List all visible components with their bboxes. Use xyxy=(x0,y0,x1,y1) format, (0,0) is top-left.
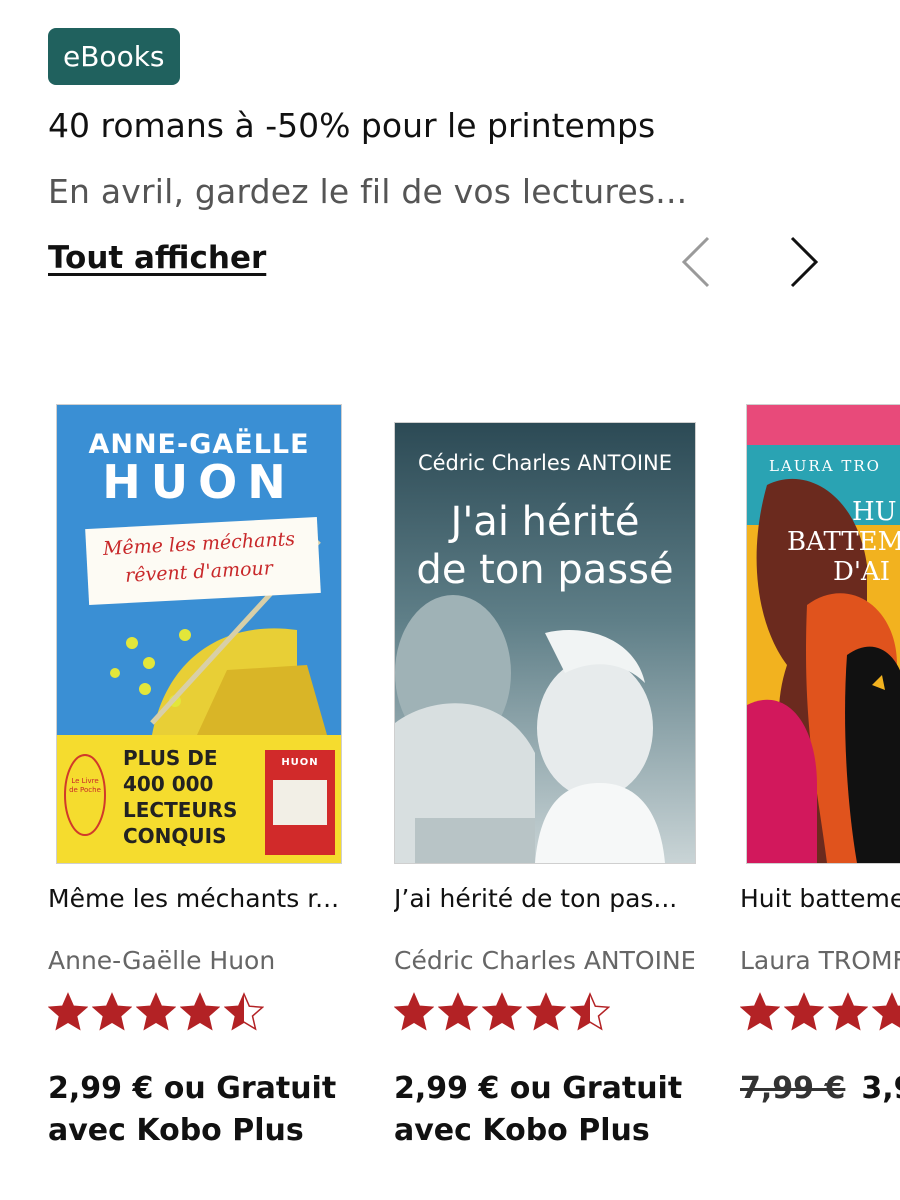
original-price: 7,99 € xyxy=(740,1071,846,1106)
rating-stars xyxy=(740,992,900,1036)
publisher-logo: Le Livre de Poche xyxy=(69,777,101,794)
book-price: 2,99 € ou Gratuit avec Kobo Plus xyxy=(394,1071,683,1148)
star-icon xyxy=(570,992,610,1031)
book-author[interactable]: Anne-Gaëlle Huon xyxy=(48,946,348,975)
cover-title-line2: de ton passé xyxy=(416,547,674,593)
cover-blurb-line: 400 000 xyxy=(123,772,214,796)
cover-title-line1: HU xyxy=(852,497,897,527)
star-icon xyxy=(180,992,220,1031)
cover-blurb: PLUS DE 400 000 LECTEURS CONQUIS xyxy=(123,745,237,849)
cover-author-last: HUON xyxy=(102,455,296,509)
cover-blurb-line: PLUS DE xyxy=(123,746,218,770)
star-icon xyxy=(92,992,132,1031)
cover-author: LAURA TRO xyxy=(769,457,881,475)
cover-title-line1: J'ai hérité xyxy=(450,499,640,545)
book-price: 7,99 € 3,9 xyxy=(740,1068,900,1110)
cover-author: Cédric Charles ANTOINE xyxy=(417,451,673,475)
book-cover[interactable]: LAURA TRO HU BATTEM D'AI xyxy=(746,404,900,864)
star-icon xyxy=(526,992,566,1031)
star-icon xyxy=(482,992,522,1031)
star-icon xyxy=(740,992,780,1031)
cover-blurb-line: LECTEURS xyxy=(123,798,238,822)
book-cover[interactable]: Cédric Charles ANTOINE J'ai hérité de to… xyxy=(394,422,696,864)
book-title[interactable]: Même les méchants r... xyxy=(48,884,348,913)
star-icon xyxy=(48,992,88,1031)
star-icon xyxy=(438,992,478,1031)
rating-stars xyxy=(48,992,264,1036)
book-carousel[interactable]: ANNE-GAËLLE HUON Même les méchants rêven… xyxy=(0,0,900,1200)
book-cover[interactable]: ANNE-GAËLLE HUON Même les méchants rêven… xyxy=(56,404,342,864)
star-icon xyxy=(872,992,900,1031)
star-icon xyxy=(394,992,434,1031)
book-author[interactable]: Cédric Charles ANTOINE xyxy=(394,946,694,975)
star-icon xyxy=(828,992,868,1031)
book-author[interactable]: Laura TROMF xyxy=(740,946,900,975)
cover-blurb-line: CONQUIS xyxy=(123,824,227,848)
book-title[interactable]: J’ai hérité de ton pas... xyxy=(394,884,694,913)
cover-title-line3: D'AI xyxy=(833,557,891,587)
book-title[interactable]: Huit batteme xyxy=(740,884,900,913)
star-icon xyxy=(224,992,264,1031)
star-icon xyxy=(784,992,824,1031)
sale-price: 3,9 xyxy=(861,1071,900,1106)
star-icon xyxy=(136,992,176,1031)
mini-cover-author: HUON xyxy=(281,757,319,768)
rating-stars xyxy=(394,992,610,1036)
cover-art xyxy=(395,423,695,863)
cover-title-line2: BATTEM xyxy=(787,527,900,557)
book-price: 2,99 € ou Gratuit avec Kobo Plus xyxy=(48,1071,337,1148)
